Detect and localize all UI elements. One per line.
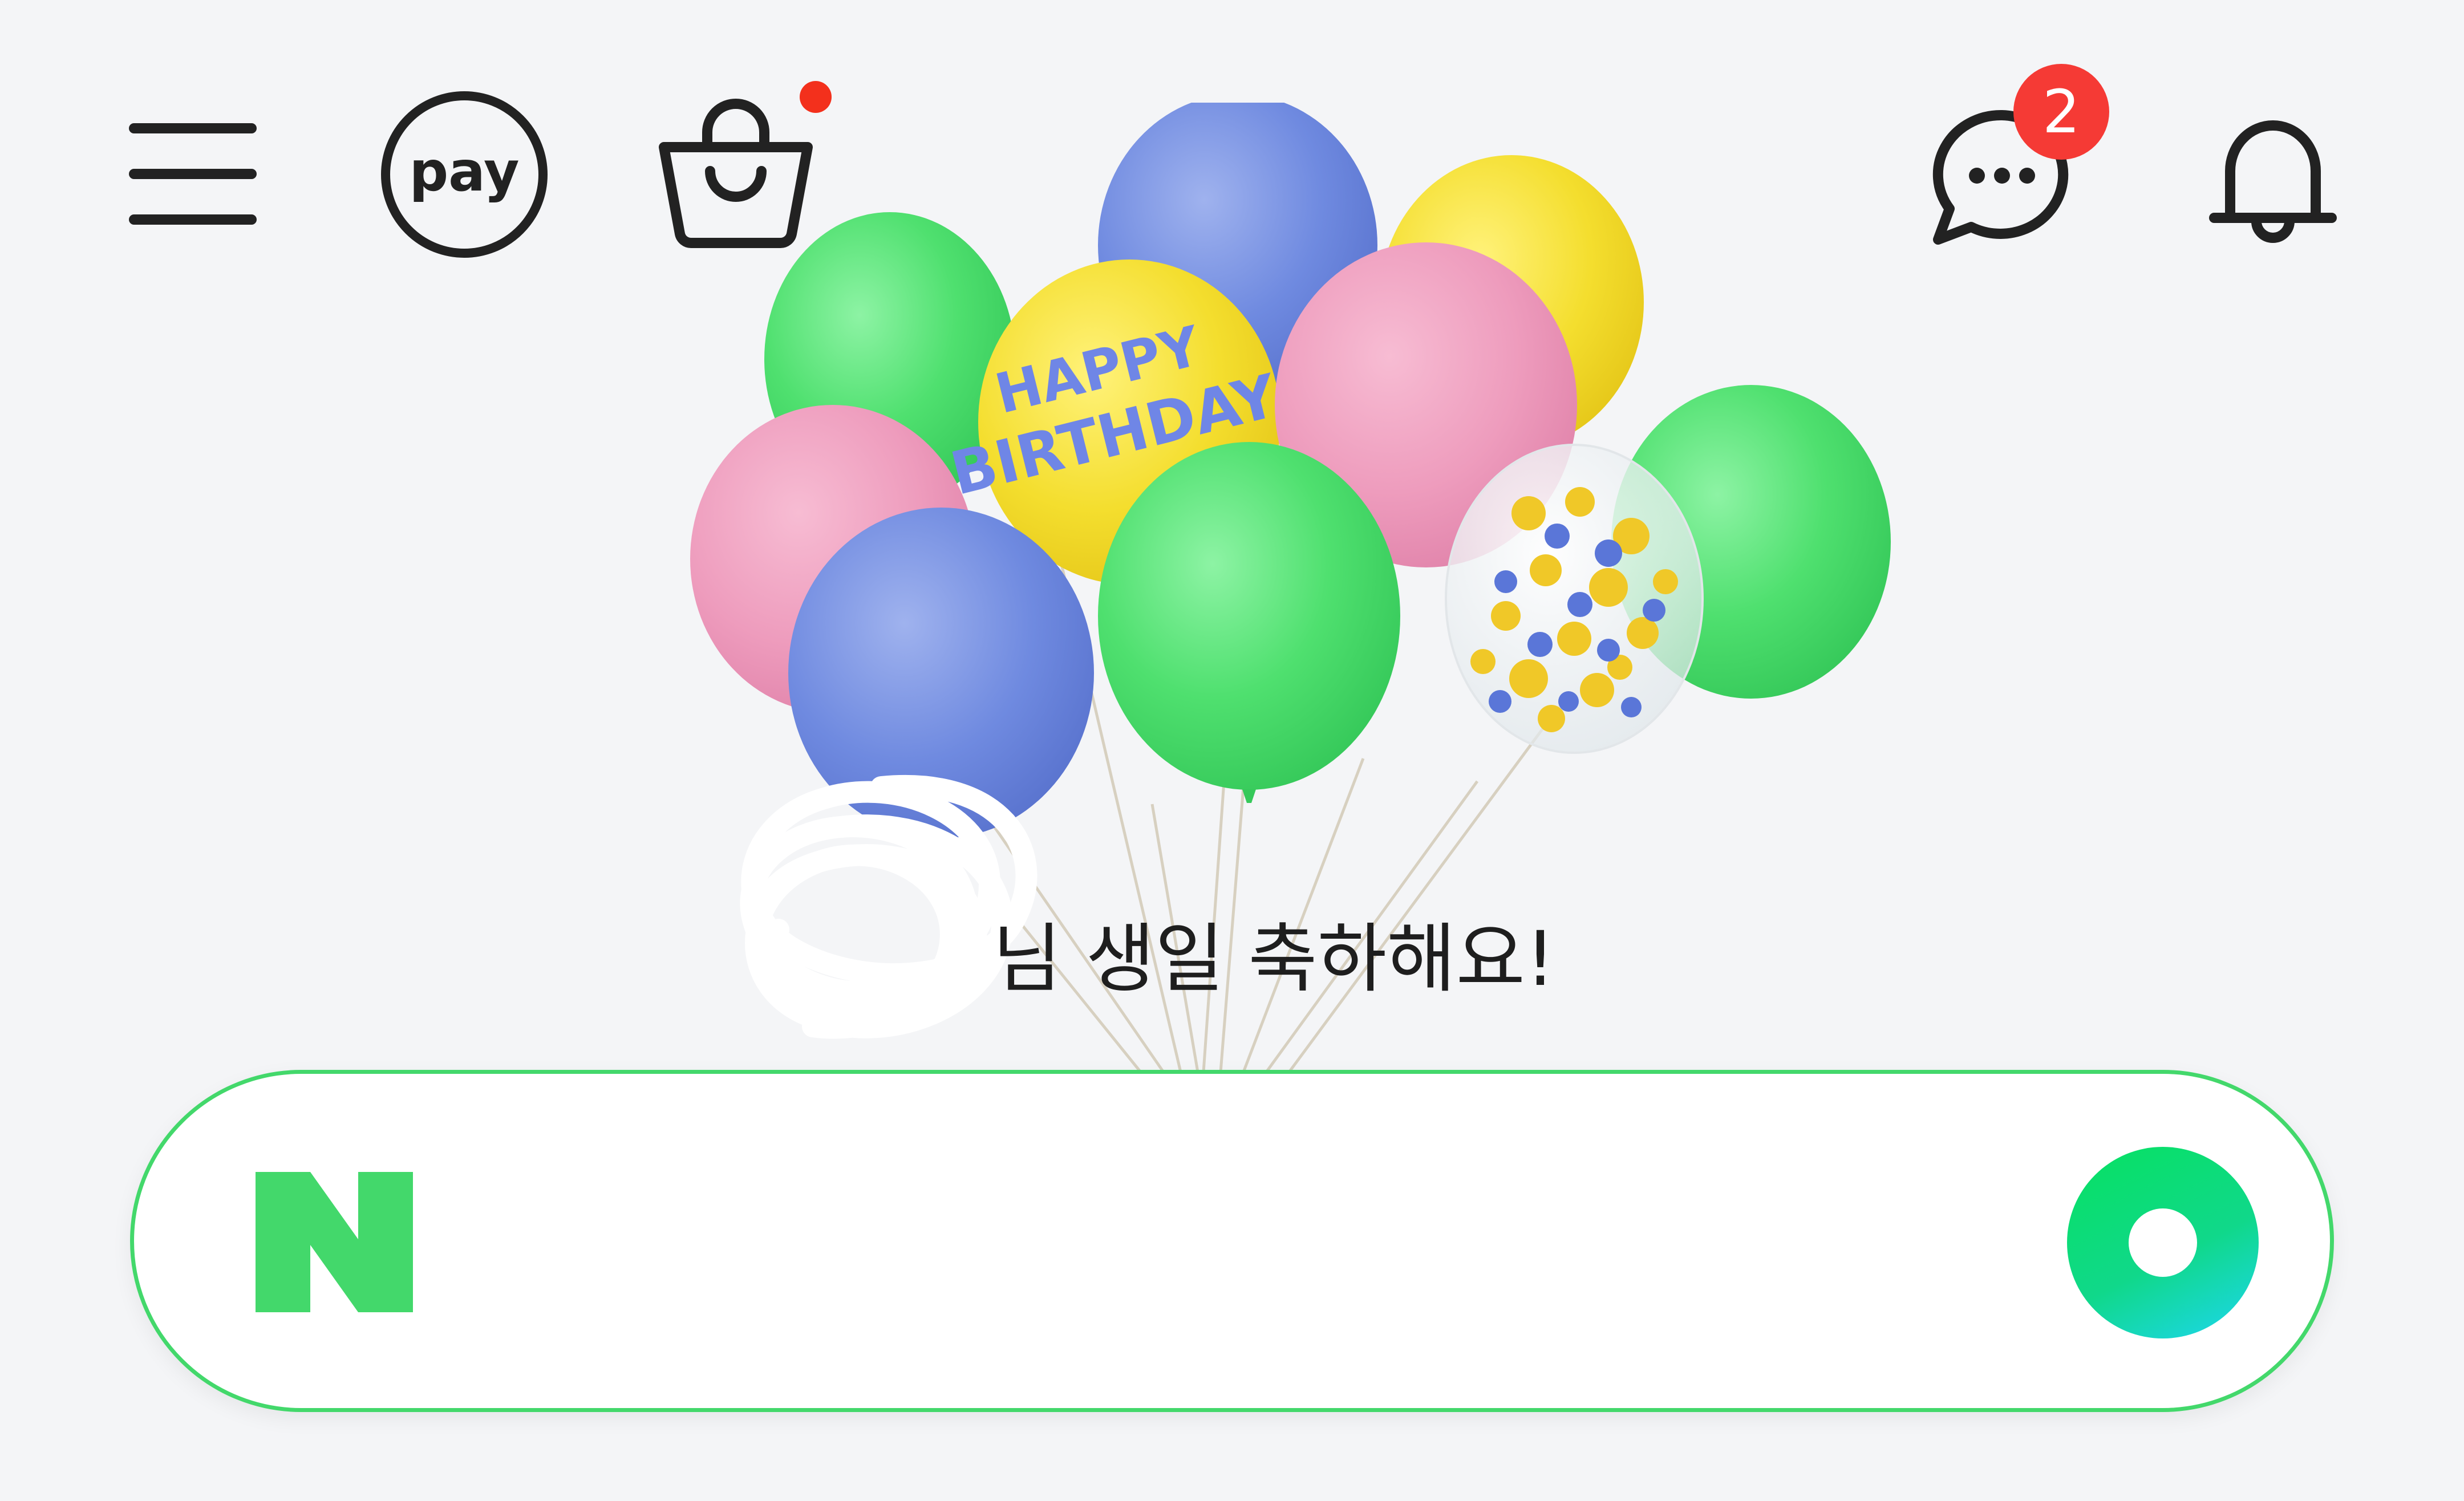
menu-button[interactable] bbox=[125, 120, 260, 228]
confetti-balloon bbox=[1445, 444, 1704, 754]
pay-label: pay bbox=[409, 140, 519, 204]
hamburger-menu-icon bbox=[129, 123, 257, 225]
talk-badge-count: 2 bbox=[2013, 64, 2109, 160]
pay-icon: pay bbox=[381, 91, 548, 258]
pay-button[interactable]: pay bbox=[379, 89, 550, 260]
notification-button[interactable] bbox=[2207, 108, 2339, 251]
search-go-icon[interactable] bbox=[2067, 1147, 2259, 1338]
search-input[interactable] bbox=[468, 1163, 2010, 1319]
bell-icon bbox=[2209, 120, 2337, 243]
naver-n-logo-icon[interactable] bbox=[256, 1172, 413, 1312]
birthday-greeting: 님 생일 축하해요! bbox=[992, 915, 1555, 1003]
